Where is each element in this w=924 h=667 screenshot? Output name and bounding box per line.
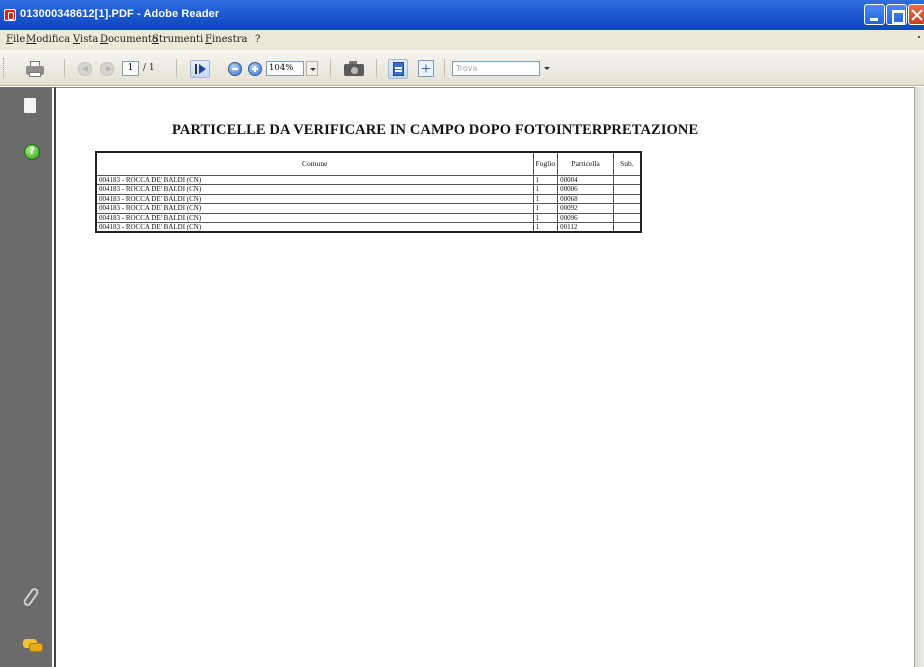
cell-sub (613, 203, 642, 214)
table-row: 004183 - ROCCA DE' BALDI (CN) 1 00068 (95, 193, 642, 204)
table-header-row: Comune Foglio Particella Sub. (95, 151, 642, 176)
cell-foglio: 1 (532, 184, 559, 195)
table-row: 004183 - ROCCA DE' BALDI (CN) 1 00112 (95, 222, 642, 233)
toolbar-separator (64, 59, 65, 77)
close-button[interactable] (908, 4, 924, 25)
cell-comune: 004183 - ROCCA DE' BALDI (CN) (95, 184, 534, 195)
window-title: 013000348612[1].PDF - Adobe Reader (20, 8, 220, 20)
table-row: 004183 - ROCCA DE' BALDI (CN) 1 00096 (95, 212, 642, 223)
column-header-comune: Comune (95, 151, 534, 176)
attachments-icon[interactable] (21, 586, 41, 608)
menu-vista[interactable]: Vista (73, 34, 98, 45)
next-page-icon[interactable] (100, 62, 114, 76)
toolbar-separator (376, 59, 377, 77)
title-bar: 013000348612[1].PDF - Adobe Reader (0, 0, 924, 30)
document-title: PARTICELLE DA VERIFICARE IN CAMPO DOPO F… (172, 122, 699, 138)
cell-sub (613, 184, 642, 195)
zoom-level-input[interactable]: 104% (266, 61, 304, 76)
toolbar: 1 / 1 104% Trova (0, 50, 924, 86)
cell-particella: 00006 (557, 184, 615, 195)
cell-sub (613, 212, 642, 223)
cell-foglio: 1 (532, 193, 559, 204)
table-row: 004183 - ROCCA DE' BALDI (CN) 1 00004 (95, 174, 642, 185)
table-row: 004183 - ROCCA DE' BALDI (CN) 1 00092 (95, 203, 642, 214)
menu-overflow-dot (918, 36, 920, 38)
fit-page-icon[interactable] (388, 59, 408, 79)
comments-icon[interactable] (23, 639, 43, 653)
menu-modifica[interactable]: Modifica (26, 34, 70, 45)
cell-foglio: 1 (532, 212, 559, 223)
cell-sub (613, 174, 642, 185)
fit-width-icon[interactable] (418, 60, 434, 77)
cell-foglio: 1 (532, 203, 559, 214)
menu-documento[interactable]: Documento (100, 34, 158, 45)
particelle-table: Comune Foglio Particella Sub. 004183 - R… (95, 151, 642, 233)
zoom-in-icon[interactable] (248, 62, 262, 76)
column-header-foglio: Foglio (532, 151, 559, 176)
menu-help[interactable]: ? (255, 34, 260, 45)
cell-foglio: 1 (532, 174, 559, 185)
cell-comune: 004183 - ROCCA DE' BALDI (CN) (95, 222, 534, 233)
page-total: / 1 (143, 63, 155, 73)
previous-page-icon[interactable] (78, 62, 92, 76)
menu-bar: File Modifica Vista Documento Strumenti … (0, 30, 924, 50)
page-number-input[interactable]: 1 (122, 61, 139, 76)
cell-particella: 00112 (557, 222, 615, 233)
menu-finestra[interactable]: Finestra (205, 34, 247, 45)
search-input[interactable]: Trova (452, 61, 540, 76)
select-tool-icon[interactable] (190, 60, 210, 78)
cell-comune: 004183 - ROCCA DE' BALDI (CN) (95, 212, 534, 223)
toolbar-separator (444, 59, 445, 77)
cell-particella: 00092 (557, 203, 615, 214)
zoom-dropdown-icon[interactable] (306, 61, 318, 76)
search-dropdown-icon[interactable] (541, 61, 551, 76)
column-header-sub: Sub. (613, 151, 642, 176)
pages-icon[interactable] (21, 98, 36, 116)
cell-particella: 00004 (557, 174, 615, 185)
page-edge (54, 87, 56, 667)
cell-comune: 004183 - ROCCA DE' BALDI (CN) (95, 174, 534, 185)
vertical-scrollbar[interactable] (914, 87, 924, 667)
adobe-reader-icon[interactable] (4, 9, 16, 21)
cell-foglio: 1 (532, 222, 559, 233)
cell-particella: 00096 (557, 212, 615, 223)
table-row: 004183 - ROCCA DE' BALDI (CN) 1 00006 (95, 184, 642, 195)
menu-strumenti[interactable]: Strumenti (152, 34, 203, 45)
maximize-button[interactable] (886, 4, 907, 25)
help-icon[interactable]: ? (24, 144, 40, 160)
cell-particella: 00068 (557, 193, 615, 204)
toolbar-grip[interactable] (3, 58, 6, 78)
cell-comune: 004183 - ROCCA DE' BALDI (CN) (95, 203, 534, 214)
cell-comune: 004183 - ROCCA DE' BALDI (CN) (95, 193, 534, 204)
snapshot-icon[interactable] (344, 61, 364, 77)
navigation-panel: ? (0, 87, 52, 667)
menu-file[interactable]: File (6, 34, 25, 45)
toolbar-separator (330, 59, 331, 77)
toolbar-separator (176, 59, 177, 77)
cell-sub (613, 222, 642, 233)
cell-sub (613, 193, 642, 204)
minimize-button[interactable] (864, 4, 885, 25)
zoom-out-icon[interactable] (228, 62, 242, 76)
print-icon[interactable] (26, 61, 44, 77)
column-header-particella: Particella (557, 151, 615, 176)
